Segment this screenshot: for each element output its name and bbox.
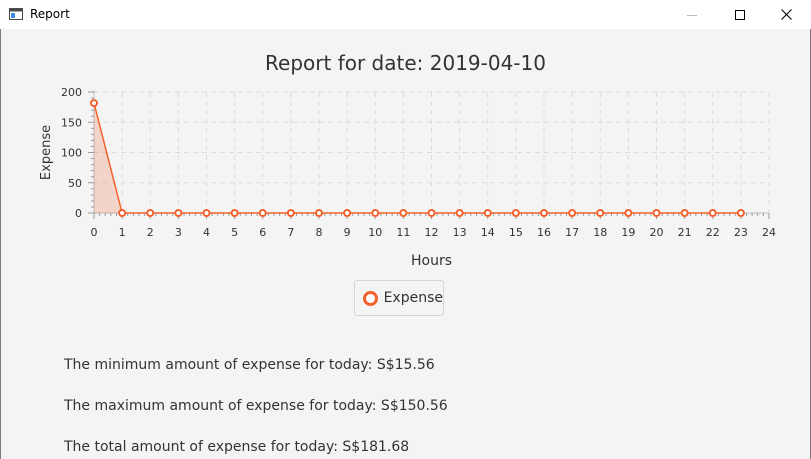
x-tick-label: 17 — [565, 226, 579, 239]
x-tick-label: 6 — [259, 226, 266, 239]
x-axis-label: Hours — [411, 253, 452, 269]
x-tick-label: 19 — [621, 226, 635, 239]
total-expense-text: The total amount of expense for today: S… — [64, 439, 410, 455]
legend-series-label: Expense — [383, 290, 443, 306]
x-tick-label: 0 — [91, 226, 98, 239]
maximum-expense-text: The maximum amount of expense for today:… — [64, 398, 448, 414]
maximize-button[interactable] — [717, 0, 763, 29]
minimum-expense-text: The minimum amount of expense for today:… — [64, 357, 435, 373]
x-tick-label: 16 — [537, 226, 551, 239]
x-tick-label: 1 — [119, 226, 126, 239]
data-point — [455, 209, 464, 217]
x-tick-label: 20 — [650, 226, 664, 239]
data-point — [230, 209, 239, 217]
x-tick-label: 2 — [147, 226, 154, 239]
minimize-button[interactable] — [669, 0, 715, 29]
close-icon — [780, 9, 792, 20]
data-point — [258, 209, 267, 217]
data-point — [202, 209, 211, 217]
x-tick-label: 11 — [396, 226, 410, 239]
data-point — [596, 209, 605, 217]
data-point — [343, 209, 352, 217]
x-tick-label: 22 — [706, 226, 720, 239]
series-line — [93, 102, 741, 214]
x-tick-label: 18 — [593, 226, 607, 239]
expense-line-chart: 0 1 2 3 4 5 6 7 8 9 10 11 12 13 14 15 16 17 18 19 20 21 22 23 24… — [39, 86, 776, 269]
x-tick-label: 15 — [509, 226, 523, 239]
data-point — [624, 209, 633, 217]
maximize-icon — [735, 9, 745, 20]
data-point — [652, 209, 661, 217]
y-tick-label: 50 — [68, 177, 82, 190]
x-tick-label: 8 — [316, 226, 323, 239]
y-tick-label: 0 — [75, 207, 82, 220]
data-point — [399, 209, 408, 217]
data-point — [118, 209, 127, 217]
data-point — [371, 209, 380, 217]
data-point — [568, 209, 577, 217]
data-point — [511, 209, 520, 217]
y-tick-label: 150 — [61, 116, 82, 129]
minimize-icon — [687, 14, 697, 16]
data-point — [90, 99, 98, 108]
x-tick-label: 14 — [481, 226, 495, 239]
y-tick-label: 200 — [61, 86, 82, 99]
x-tick-label: 21 — [678, 226, 692, 239]
x-tick-label: 24 — [762, 226, 776, 239]
data-point — [286, 209, 295, 217]
x-tick-label: 23 — [734, 226, 748, 239]
data-point — [708, 209, 717, 217]
x-tick-label: 4 — [203, 226, 210, 239]
data-point — [427, 209, 436, 217]
x-tick-label: 5 — [231, 226, 238, 239]
x-tick-label: 13 — [453, 226, 467, 239]
x-tick-label: 7 — [287, 226, 294, 239]
x-tick-label: 9 — [344, 226, 351, 239]
data-point — [483, 209, 492, 217]
data-point — [540, 209, 548, 217]
app-window-icon — [9, 8, 23, 20]
window-title: Report — [30, 7, 70, 21]
legend-series-symbol — [363, 290, 378, 306]
data-point — [736, 209, 745, 217]
x-tick-label: 12 — [425, 226, 439, 239]
y-tick-label: 100 — [61, 147, 82, 160]
x-tick-label: 3 — [175, 226, 182, 239]
window-titlebar[interactable]: Report — [0, 0, 811, 29]
data-point — [146, 209, 155, 217]
report-content: Report for date: 2019-04-10 0 1 2 3 4 5 6 7 8 9 10… — [0, 29, 811, 459]
chart-legend[interactable]: Expense — [354, 280, 444, 316]
x-tick-label: 10 — [368, 226, 382, 239]
data-point — [174, 209, 183, 217]
series-area-fill — [94, 103, 741, 213]
close-button[interactable] — [763, 0, 809, 29]
y-axis-label: Expense — [39, 125, 54, 180]
data-point — [680, 209, 689, 217]
data-point — [315, 209, 323, 217]
